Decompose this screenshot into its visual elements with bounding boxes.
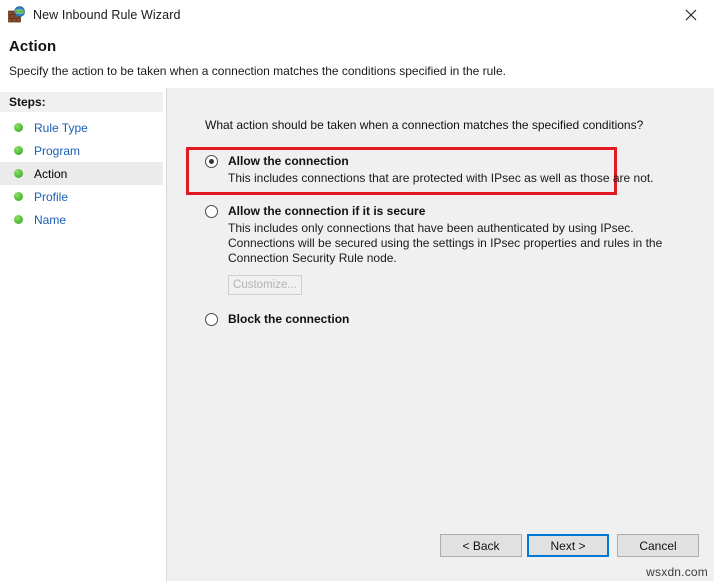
option-label: Allow the connection if it is secure [228, 204, 426, 218]
close-icon[interactable] [668, 0, 714, 30]
content-panel: What action should be taken when a conne… [167, 88, 714, 581]
page-subtitle: Specify the action to be taken when a co… [9, 64, 506, 78]
green-bullet-icon [14, 146, 23, 155]
sidebar-item-label: Rule Type [34, 120, 88, 135]
customize-button[interactable]: Customize... [228, 275, 302, 295]
sidebar-item-profile[interactable]: Profile [0, 185, 163, 208]
sidebar-item-label: Profile [34, 189, 69, 204]
watermark: wsxdn.com [646, 565, 708, 579]
page-header: Action Specify the action to be taken wh… [0, 30, 714, 88]
radio-allow-the-connection[interactable] [205, 155, 218, 168]
green-bullet-icon [14, 123, 23, 132]
sidebar-item-action[interactable]: Action [0, 162, 163, 185]
sidebar-item-name[interactable]: Name [0, 208, 163, 231]
action-question: What action should be taken when a conne… [205, 118, 644, 132]
green-bullet-icon [14, 215, 23, 224]
window-title: New Inbound Rule Wizard [33, 8, 181, 22]
steps-heading: Steps: [0, 92, 163, 112]
steps-heading-label: Steps: [9, 95, 46, 109]
back-button[interactable]: < Back [440, 534, 522, 557]
sidebar-item-label: Name [34, 212, 67, 227]
page-title: Action [9, 38, 57, 55]
cancel-button[interactable]: Cancel [617, 534, 699, 557]
option-allow-the-connection[interactable]: Allow the connection This includes conne… [205, 154, 675, 186]
steps-sidebar: Steps: Rule Type Program Action Profile … [0, 88, 167, 581]
option-block-the-connection[interactable]: Block the connection [205, 312, 675, 326]
radio-block-the-connection[interactable] [205, 313, 218, 326]
green-bullet-icon [14, 192, 23, 201]
option-description: This includes connections that are prote… [228, 171, 654, 185]
option-label: Allow the connection [228, 154, 349, 168]
sidebar-item-label: Action [34, 166, 68, 181]
sidebar-item-label: Program [34, 143, 81, 158]
next-button[interactable]: Next > [527, 534, 609, 557]
green-bullet-icon [14, 169, 23, 178]
sidebar-item-rule-type[interactable]: Rule Type [0, 116, 163, 139]
firewall-globe-icon [8, 6, 26, 24]
option-description: This includes only connections that have… [228, 221, 663, 265]
radio-allow-if-secure[interactable] [205, 205, 218, 218]
option-allow-if-secure[interactable]: Allow the connection if it is secure Thi… [205, 204, 675, 295]
option-label: Block the connection [228, 312, 350, 326]
sidebar-item-program[interactable]: Program [0, 139, 163, 162]
title-bar: New Inbound Rule Wizard [0, 0, 714, 30]
